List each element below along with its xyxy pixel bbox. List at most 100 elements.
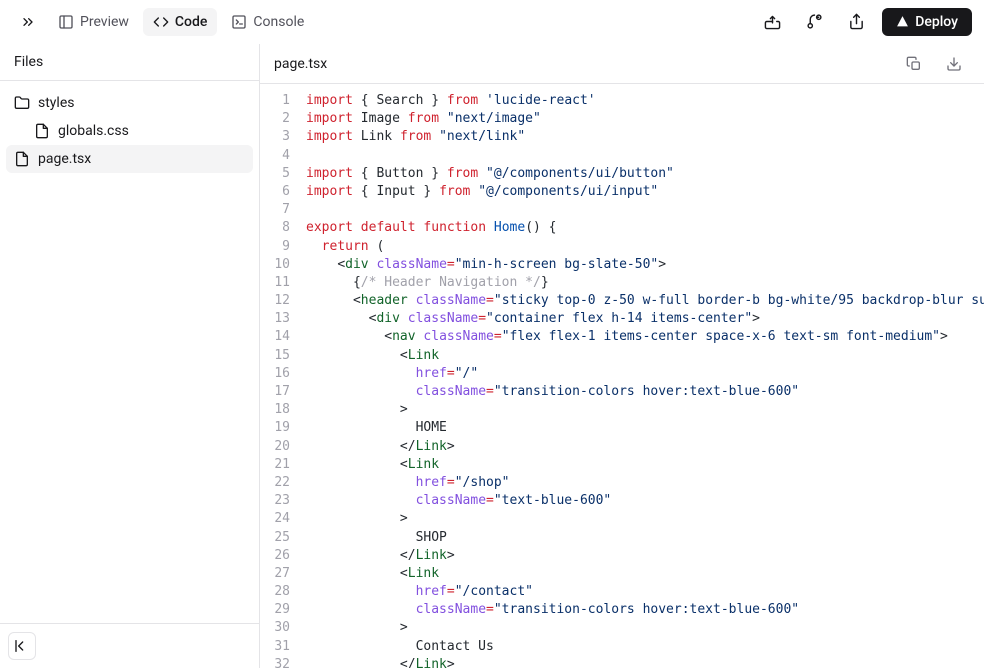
line-number: 28 <box>260 583 290 601</box>
embed-icon[interactable] <box>756 6 788 38</box>
line-number: 5 <box>260 165 290 183</box>
code-line: return ( <box>306 238 984 256</box>
code-line: </Link> <box>306 547 984 565</box>
share-icon[interactable] <box>840 6 872 38</box>
line-number: 12 <box>260 292 290 310</box>
code-line: Contact Us <box>306 638 984 656</box>
code-line: href="/shop" <box>306 474 984 492</box>
folder-styles[interactable]: styles <box>6 89 253 117</box>
code-line: export default function Home() { <box>306 219 984 237</box>
file-label: page.tsx <box>38 151 91 167</box>
collapse-icon <box>14 638 30 654</box>
editor-filename: page.tsx <box>274 56 327 72</box>
code-line: import { Button } from "@/components/ui/… <box>306 165 984 183</box>
code-line: import { Search } from 'lucide-react' <box>306 92 984 110</box>
line-number: 6 <box>260 183 290 201</box>
deploy-button[interactable]: Deploy <box>882 8 972 36</box>
line-number: 26 <box>260 547 290 565</box>
topbar: Preview Code Console Deploy <box>0 0 984 44</box>
code-line: import Link from "next/link" <box>306 128 984 146</box>
line-number: 27 <box>260 565 290 583</box>
code-icon <box>153 14 169 30</box>
line-number: 25 <box>260 529 290 547</box>
code-line: > <box>306 619 984 637</box>
line-number: 9 <box>260 238 290 256</box>
branch-icon[interactable] <box>798 6 830 38</box>
copy-button[interactable] <box>898 48 930 80</box>
copy-icon <box>906 56 922 72</box>
topbar-right: Deploy <box>756 6 972 38</box>
editor-actions <box>898 48 970 80</box>
code-line: <Link <box>306 347 984 365</box>
file-page-tsx[interactable]: page.tsx <box>6 145 253 173</box>
terminal-icon <box>231 14 247 30</box>
line-number: 29 <box>260 601 290 619</box>
code-line: <div className="min-h-screen bg-slate-50… <box>306 256 984 274</box>
file-globals-css[interactable]: globals.css <box>6 117 253 145</box>
code-line: className="transition-colors hover:text-… <box>306 383 984 401</box>
code-line: <header className="sticky top-0 z-50 w-f… <box>306 292 984 310</box>
line-number: 1 <box>260 92 290 110</box>
deploy-label: Deploy <box>915 14 958 30</box>
code-line: className="text-blue-600" <box>306 492 984 510</box>
sidebar-footer <box>0 623 259 668</box>
editor-pane: page.tsx 1234567891011121314151617181920… <box>260 44 984 668</box>
line-number: 16 <box>260 365 290 383</box>
line-number: 17 <box>260 383 290 401</box>
code-line: <Link <box>306 565 984 583</box>
sidebar: Files styles globals.css page.tsx <box>0 44 260 668</box>
code-line: <Link <box>306 456 984 474</box>
line-number: 8 <box>260 219 290 237</box>
panel-icon <box>58 14 74 30</box>
file-label: styles <box>38 95 74 111</box>
file-tree: styles globals.css page.tsx <box>0 81 259 623</box>
topbar-left: Preview Code Console <box>12 6 314 38</box>
code-line: <nav className="flex flex-1 items-center… <box>306 328 984 346</box>
line-number: 19 <box>260 419 290 437</box>
file-icon <box>14 151 30 167</box>
code-line: > <box>306 510 984 528</box>
line-number: 2 <box>260 110 290 128</box>
tab-console[interactable]: Console <box>221 8 314 36</box>
line-number: 31 <box>260 638 290 656</box>
gutter: 1234567891011121314151617181920212223242… <box>260 84 300 668</box>
code-line: </Link> <box>306 656 984 668</box>
line-number: 18 <box>260 401 290 419</box>
sidebar-header: Files <box>0 44 259 81</box>
line-number: 13 <box>260 310 290 328</box>
code-line <box>306 201 984 219</box>
line-number: 30 <box>260 619 290 637</box>
line-number: 22 <box>260 474 290 492</box>
tab-code[interactable]: Code <box>143 8 217 36</box>
tab-preview[interactable]: Preview <box>48 8 139 36</box>
line-number: 23 <box>260 492 290 510</box>
expand-icon[interactable] <box>12 6 44 38</box>
file-label: globals.css <box>58 123 129 139</box>
collapse-sidebar-button[interactable] <box>8 632 36 660</box>
line-number: 10 <box>260 256 290 274</box>
line-number: 15 <box>260 347 290 365</box>
line-number: 7 <box>260 201 290 219</box>
triangle-icon <box>896 15 909 28</box>
line-number: 11 <box>260 274 290 292</box>
download-icon <box>946 56 962 72</box>
line-number: 21 <box>260 456 290 474</box>
tab-label: Code <box>175 14 207 30</box>
tab-label: Console <box>253 14 304 30</box>
download-button[interactable] <box>938 48 970 80</box>
code-line: import { Input } from "@/components/ui/i… <box>306 183 984 201</box>
main: Files styles globals.css page.tsx page.tsx… <box>0 44 984 668</box>
code-area[interactable]: 1234567891011121314151617181920212223242… <box>260 84 984 668</box>
code-line <box>306 147 984 165</box>
code-line: > <box>306 401 984 419</box>
editor-header: page.tsx <box>260 44 984 84</box>
code-line: {/* Header Navigation */} <box>306 274 984 292</box>
line-number: 3 <box>260 128 290 146</box>
tab-label: Preview <box>80 14 129 30</box>
code-line: href="/contact" <box>306 583 984 601</box>
code-lines: import { Search } from 'lucide-react' imp… <box>300 84 984 668</box>
line-number: 32 <box>260 656 290 668</box>
line-number: 4 <box>260 147 290 165</box>
code-line: className="transition-colors hover:text-… <box>306 601 984 619</box>
code-line: <div className="container flex h-14 item… <box>306 310 984 328</box>
